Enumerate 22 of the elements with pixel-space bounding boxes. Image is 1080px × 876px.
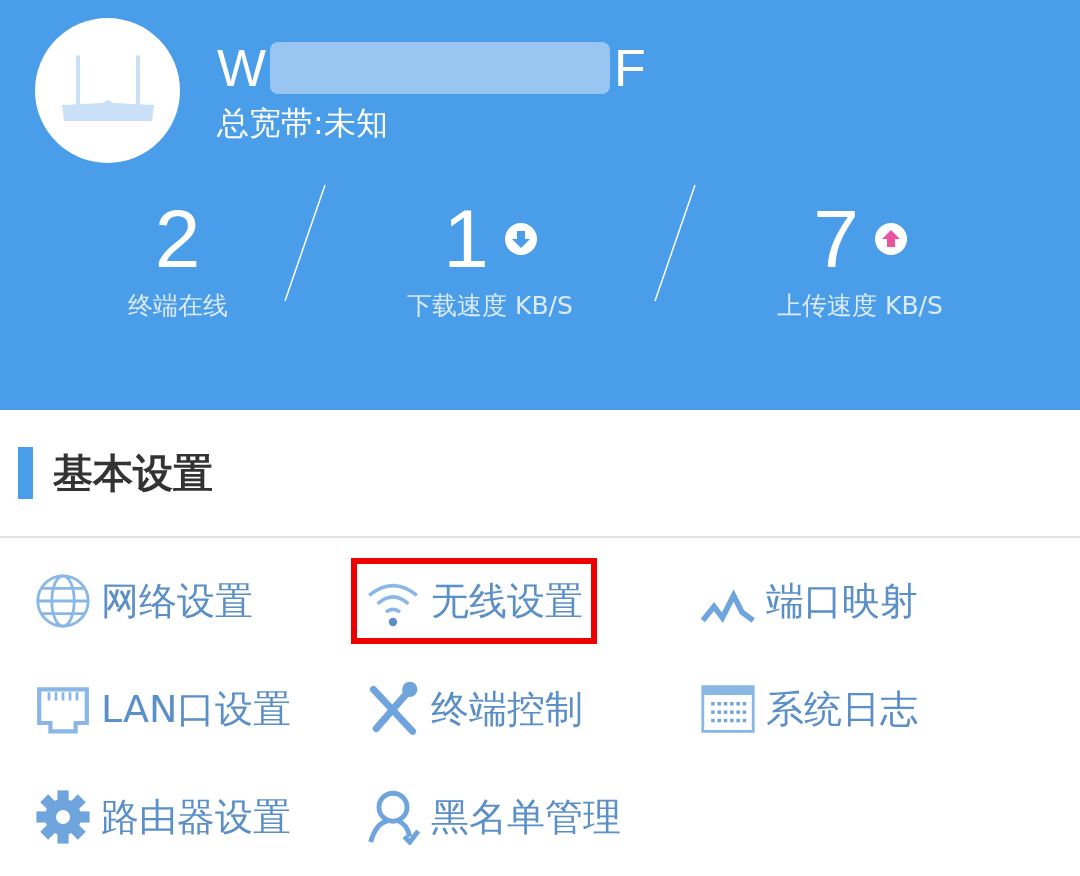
device-name: W (217, 37, 267, 99)
menu-item[interactable]: 无线设置 (351, 558, 597, 644)
section-marker (18, 447, 33, 499)
stat-label: 上传速度 KB/S (777, 290, 943, 322)
device-name: F (614, 37, 646, 99)
stat-value: 1 (443, 193, 489, 285)
stat-label: 下载速度 KB/S (407, 290, 573, 322)
user-icon (365, 789, 421, 845)
stat-value: 7 (813, 193, 859, 285)
stat-label: 终端在线 (127, 290, 228, 322)
menu-item[interactable]: 终端控制 (351, 666, 597, 752)
globe-icon (35, 573, 91, 629)
stat-value: 2 (154, 193, 201, 285)
menu-item[interactable]: 黑名单管理 (351, 774, 635, 860)
menu-item[interactable]: 端口映射 (686, 558, 932, 644)
menu-item[interactable]: 网络设置 (21, 558, 267, 644)
menu-item[interactable]: LAN口设置 (21, 666, 306, 752)
bandwidth-text: 总宽带:未知 (217, 102, 389, 144)
menu-item[interactable]: 路由器设置 (21, 774, 305, 860)
gear-icon (35, 789, 91, 845)
section-title: 基本设置 (53, 448, 213, 498)
menu-item[interactable]: 系统日志 (686, 666, 932, 752)
